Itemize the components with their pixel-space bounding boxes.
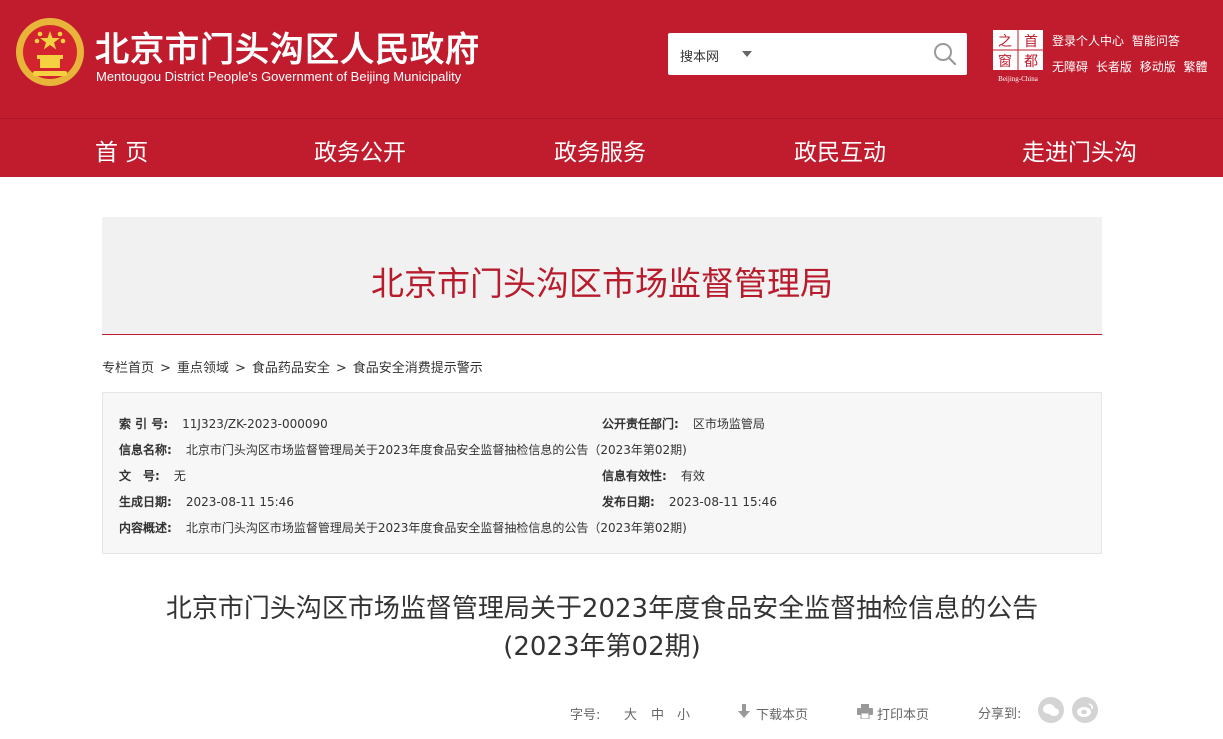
- capital-logo-char: 都: [1024, 54, 1038, 70]
- info-value: 11J323/ZK-2023-000090: [182, 417, 328, 431]
- chevron-down-icon[interactable]: [742, 51, 752, 57]
- site-subtitle: Mentougou District People's Government o…: [96, 69, 462, 84]
- weibo-icon: [1077, 703, 1093, 717]
- nav-home[interactable]: 首 页: [95, 133, 148, 167]
- article-title: 北京市门头沟区市场监督管理局关于2023年度食品安全监督抽检信息的公告 (202…: [102, 590, 1102, 666]
- smart-qa-link[interactable]: 智能问答: [1132, 34, 1180, 48]
- font-size-medium-button[interactable]: 中: [651, 704, 664, 723]
- font-size-large-button[interactable]: 大: [624, 704, 637, 723]
- info-label: 公开责任部门:: [602, 417, 679, 431]
- wechat-icon: [1043, 704, 1059, 716]
- info-validity: 信息有效性: 有效: [602, 467, 705, 484]
- mobile-version-link[interactable]: 移动版: [1140, 60, 1176, 74]
- column-title[interactable]: 北京市门头沟区市场监督管理局: [102, 257, 1102, 305]
- breadcrumb-item[interactable]: 专栏首页: [102, 361, 154, 376]
- breadcrumb-item[interactable]: 重点领域: [177, 361, 229, 376]
- info-value: 区市场监管局: [692, 417, 765, 431]
- login-link[interactable]: 登录个人中心: [1052, 34, 1124, 48]
- search-input[interactable]: [760, 39, 924, 71]
- capital-logo-char: 首: [1024, 34, 1038, 50]
- traditional-chinese-link[interactable]: 繁體: [1184, 60, 1208, 74]
- info-label: 发布日期:: [602, 495, 655, 509]
- capital-window-logo[interactable]: 之 首 窗 都 Beijing-China: [992, 29, 1044, 83]
- info-label: 内容概述:: [119, 521, 172, 535]
- weibo-share-icon[interactable]: [1072, 697, 1098, 723]
- breadcrumb: 专栏首页 > 重点领域 > 食品药品安全 > 食品安全消费提示警示: [102, 357, 483, 376]
- font-size-label: 字号:: [570, 708, 601, 723]
- capital-window-icon: 之 首 窗 都 Beijing-China: [993, 30, 1043, 83]
- nav-gov-services[interactable]: 政务服务: [554, 133, 646, 167]
- breadcrumb-separator: >: [335, 361, 347, 376]
- print-page-button[interactable]: 打印本页: [877, 704, 929, 723]
- breadcrumb-item[interactable]: 食品安全消费提示警示: [353, 361, 483, 376]
- capital-logo-char: 窗: [998, 53, 1012, 70]
- capital-logo-caption: Beijing-China: [998, 75, 1039, 83]
- info-dept: 公开责任部门: 区市场监管局: [602, 415, 765, 432]
- download-page-button[interactable]: 下载本页: [756, 704, 808, 723]
- info-label: 文 号:: [119, 469, 160, 483]
- info-index: 索 引 号: 11J323/ZK-2023-000090: [119, 415, 328, 432]
- info-label: 索 引 号:: [119, 417, 169, 431]
- article-title-line: 北京市门头沟区市场监督管理局关于2023年度食品安全监督抽检信息的公告: [165, 594, 1039, 624]
- info-created: 生成日期: 2023-08-11 15:46: [119, 493, 294, 510]
- search-scope-select[interactable]: 搜本网: [680, 46, 719, 65]
- capital-logo-char: 之: [998, 34, 1012, 50]
- info-label: 信息名称:: [119, 443, 172, 457]
- top-links: 登录个人中心 智能问答 无障碍 长者版 移动版 繁體: [1052, 33, 1212, 85]
- document-info-box: 索 引 号: 11J323/ZK-2023-000090 公开责任部门: 区市场监管…: [102, 392, 1102, 554]
- info-value: 北京市门头沟区市场监督管理局关于2023年度食品安全监督抽检信息的公告（2023…: [185, 521, 687, 535]
- search-box: 搜本网: [668, 33, 967, 75]
- info-label: 信息有效性:: [602, 469, 667, 483]
- nav-interaction[interactable]: 政民互动: [794, 133, 886, 167]
- info-value: 北京市门头沟区市场监督管理局关于2023年度食品安全监督抽检信息的公告（2023…: [185, 443, 687, 457]
- column-banner: 北京市门头沟区市场监督管理局: [102, 217, 1102, 335]
- breadcrumb-separator: >: [234, 361, 246, 376]
- national-emblem-icon[interactable]: [15, 17, 85, 87]
- elder-version-link[interactable]: 长者版: [1096, 60, 1132, 74]
- wechat-share-icon[interactable]: [1038, 697, 1064, 723]
- download-icon[interactable]: [737, 704, 751, 719]
- main-nav: 首 页 政务公开 政务服务 政民互动 走进门头沟: [0, 118, 1223, 177]
- info-value: 有效: [680, 469, 705, 483]
- info-value: 无: [173, 469, 186, 483]
- nav-about-mentougou[interactable]: 走进门头沟: [1022, 133, 1137, 167]
- share-label: 分享到:: [978, 707, 1022, 722]
- font-size-small-button[interactable]: 小: [677, 704, 690, 723]
- nav-gov-affairs-open[interactable]: 政务公开: [314, 133, 406, 167]
- site-header: 北京市门头沟区人民政府 Mentougou District People's …: [0, 0, 1223, 118]
- site-title[interactable]: 北京市门头沟区人民政府: [95, 22, 480, 71]
- info-summary: 内容概述: 北京市门头沟区市场监督管理局关于2023年度食品安全监督抽检信息的公告…: [119, 519, 687, 536]
- info-published: 发布日期: 2023-08-11 15:46: [602, 493, 777, 510]
- accessibility-link[interactable]: 无障碍: [1052, 60, 1088, 74]
- breadcrumb-item[interactable]: 食品药品安全: [252, 361, 330, 376]
- search-icon[interactable]: [932, 41, 958, 67]
- print-icon[interactable]: [857, 704, 873, 719]
- info-name: 信息名称: 北京市门头沟区市场监督管理局关于2023年度食品安全监督抽检信息的公告…: [119, 441, 687, 458]
- info-label: 生成日期:: [119, 495, 172, 509]
- info-value: 2023-08-11 15:46: [185, 495, 294, 509]
- info-doc-number: 文 号: 无: [119, 467, 186, 484]
- breadcrumb-separator: >: [160, 361, 171, 376]
- info-value: 2023-08-11 15:46: [668, 495, 777, 509]
- article-title-line: (2023年第02期): [503, 632, 701, 662]
